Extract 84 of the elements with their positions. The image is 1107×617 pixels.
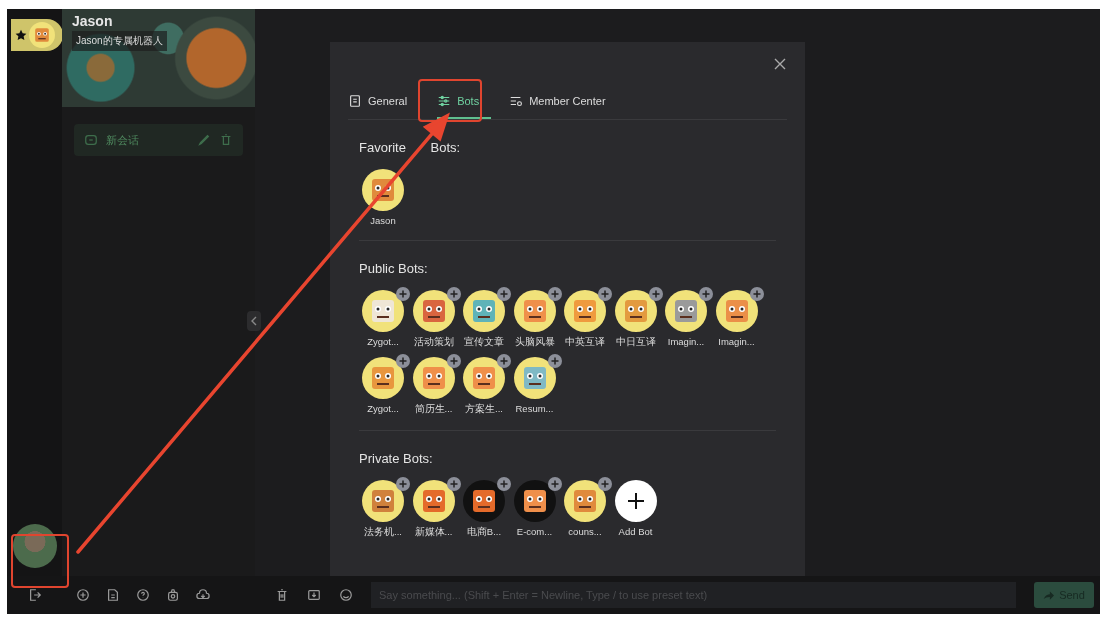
- robot-avatar-icon: [412, 480, 455, 522]
- add-icon[interactable]: [446, 287, 461, 301]
- add-icon[interactable]: [446, 354, 461, 368]
- add-icon[interactable]: [598, 477, 612, 491]
- robot-avatar-icon: [564, 480, 606, 522]
- robot-avatar-icon: [362, 480, 404, 522]
- camera-icon[interactable]: [166, 588, 180, 602]
- robot-avatar-icon: [362, 357, 404, 399]
- delete-icon[interactable]: [275, 588, 289, 602]
- close-button[interactable]: [773, 57, 787, 71]
- robot-avatar-icon: [463, 357, 505, 399]
- add-icon[interactable]: [547, 354, 562, 368]
- section-title: Favorite Bots:: [359, 140, 462, 155]
- list-settings-icon: [509, 94, 524, 108]
- bot-item[interactable]: 简历生...: [409, 357, 458, 416]
- bot-item[interactable]: 宣传文章: [460, 290, 508, 349]
- bot-item[interactable]: 中英互译: [561, 290, 609, 349]
- add-icon[interactable]: [547, 287, 562, 301]
- bot-item[interactable]: 中日互译: [611, 290, 660, 349]
- robot-avatar-icon: [412, 357, 455, 399]
- robot-avatar-icon: [463, 290, 505, 332]
- add-icon[interactable]: [648, 287, 663, 301]
- robot-avatar-icon: [715, 290, 758, 332]
- plus-icon: [626, 492, 645, 510]
- robot-avatar-icon: [614, 290, 657, 332]
- robot-avatar-icon: [513, 480, 556, 522]
- bot-item[interactable]: 方案生...: [460, 357, 508, 416]
- bot-item[interactable]: couns...: [561, 480, 609, 539]
- send-arrow-icon: [1043, 589, 1055, 601]
- bot-item[interactable]: 头脑风暴: [510, 290, 559, 349]
- emoji-icon[interactable]: [339, 588, 353, 602]
- conversation-item[interactable]: 新会话: [74, 124, 243, 156]
- add-icon[interactable]: [396, 477, 410, 491]
- bot-item[interactable]: E-com...: [510, 480, 559, 539]
- add-icon[interactable]: [396, 354, 410, 368]
- cloud-download-icon[interactable]: [196, 588, 210, 602]
- add-icon[interactable]: [598, 287, 612, 301]
- document-icon[interactable]: [106, 588, 120, 602]
- add-circle-icon[interactable]: [76, 588, 90, 602]
- robot-avatar-icon: [513, 290, 556, 332]
- collapse-handle[interactable]: [247, 311, 261, 331]
- add-icon[interactable]: [497, 354, 511, 368]
- add-icon[interactable]: [396, 287, 410, 301]
- add-icon[interactable]: [497, 477, 511, 491]
- section-title: Private Bots:: [359, 451, 434, 466]
- add-icon[interactable]: [699, 287, 713, 301]
- chat-icon[interactable]: [84, 133, 98, 147]
- robot-avatar-icon: [513, 357, 556, 399]
- highlight-box: [11, 534, 69, 588]
- bot-item[interactable]: 电商B...: [460, 480, 508, 539]
- chevron-left-icon: [250, 316, 258, 326]
- bot-item[interactable]: 新媒体...: [409, 480, 458, 539]
- section-title: Public Bots:: [359, 261, 429, 276]
- help-icon[interactable]: [136, 588, 150, 602]
- bot-favorite-badge[interactable]: [11, 19, 63, 51]
- import-icon[interactable]: [307, 588, 321, 602]
- bot-item[interactable]: Zygot...: [359, 290, 407, 349]
- bot-item[interactable]: Imagin...: [712, 290, 761, 349]
- logout-icon[interactable]: [27, 588, 42, 602]
- settings-tab[interactable]: Member Center: [509, 88, 618, 119]
- settings-tab[interactable]: General: [348, 88, 420, 119]
- add-icon[interactable]: [497, 287, 511, 301]
- bot-item[interactable]: Imagin...: [662, 290, 710, 349]
- bot-description: Jason的专属机器人: [72, 31, 167, 51]
- edit-icon[interactable]: [197, 133, 211, 147]
- bot-item[interactable]: 法务机...: [359, 480, 407, 539]
- add-icon[interactable]: [749, 287, 764, 301]
- bot-item[interactable]: 活动策划: [409, 290, 458, 349]
- robot-avatar-icon: [362, 290, 404, 332]
- user-avatar[interactable]: [12, 524, 57, 568]
- robot-avatar-icon: [412, 290, 455, 332]
- bot-item[interactable]: Resum...: [510, 357, 559, 416]
- robot-avatar-icon: [29, 22, 55, 48]
- conversation-title: 新会话: [106, 132, 139, 148]
- add-icon[interactable]: [547, 477, 562, 491]
- sliders-icon: [437, 94, 452, 108]
- bot-item[interactable]: Zygot...: [359, 357, 407, 416]
- document-icon: [348, 94, 362, 108]
- robot-avatar-icon: [665, 290, 707, 332]
- highlight-box: [418, 79, 482, 122]
- robot-avatar-icon: [564, 290, 606, 332]
- bot-name: Jason: [72, 13, 114, 29]
- robot-avatar-icon: [463, 480, 505, 522]
- add-icon[interactable]: [446, 477, 461, 491]
